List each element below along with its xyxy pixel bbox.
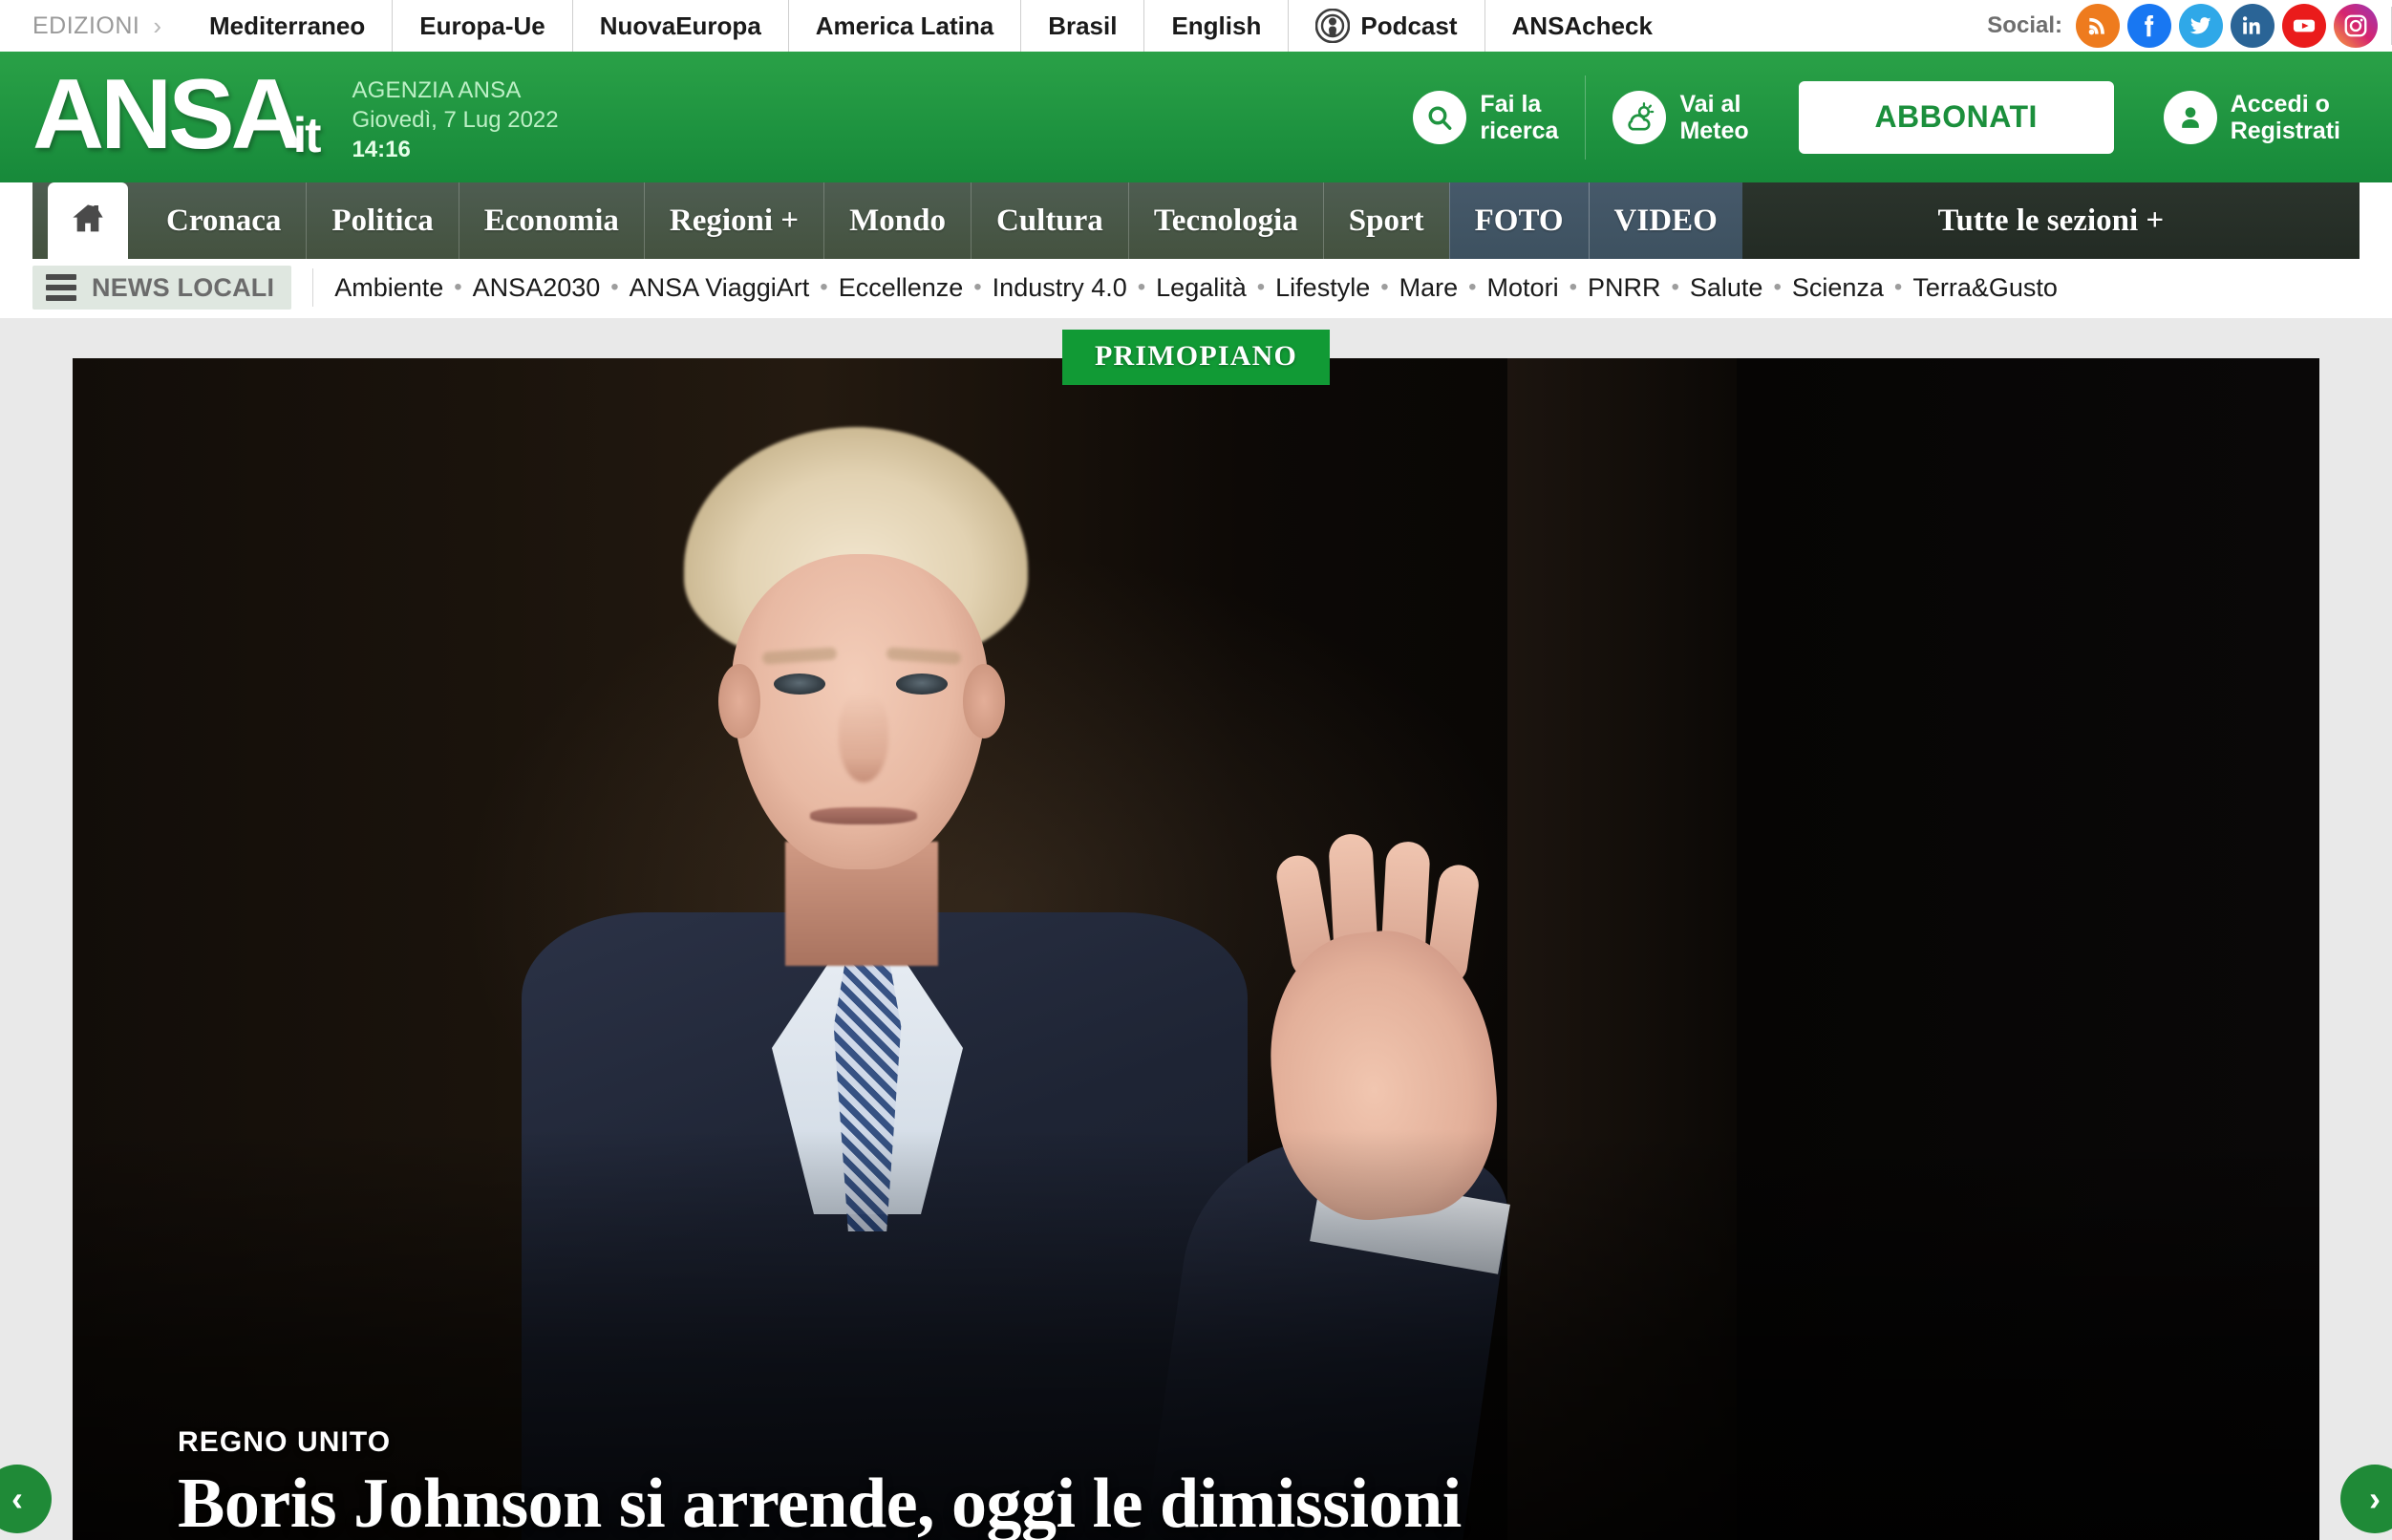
primopiano-badge: PRIMOPIANO: [1062, 330, 1330, 385]
nav-home-button[interactable]: [48, 182, 128, 259]
sub-nav-separator: •: [1671, 274, 1679, 300]
carousel-prev-button[interactable]: ‹: [0, 1465, 52, 1533]
account-button-label: Accedi o Registrati: [2230, 90, 2340, 144]
sub-nav-links: Ambiente • ANSA2030 • ANSA ViaggiArt • E…: [334, 273, 2058, 303]
main-nav: Cronaca Politica Economia Regioni + Mond…: [32, 182, 2360, 259]
nav-item-foto[interactable]: FOTO: [1448, 182, 1589, 259]
hero-caption: REGNO UNITO Boris Johnson si arrende, og…: [178, 1426, 2205, 1540]
sub-nav-divider: [312, 268, 314, 307]
chevron-right-icon: ›: [153, 11, 162, 40]
instagram-icon[interactable]: [2334, 4, 2378, 48]
current-time: 14:16: [352, 136, 411, 162]
news-locali-label: NEWS LOCALI: [92, 272, 275, 302]
carousel-next-button[interactable]: ›: [2340, 1465, 2392, 1533]
nav-item-mondo[interactable]: Mondo: [823, 182, 971, 259]
sub-nav-link-ansa-viaggiart[interactable]: ANSA ViaggiArt: [630, 273, 810, 303]
sub-nav-link-industry-40[interactable]: Industry 4.0: [993, 273, 1127, 303]
hero-photo[interactable]: REGNO UNITO Boris Johnson si arrende, og…: [73, 358, 2319, 1540]
subscribe-button[interactable]: ABBONATI: [1798, 80, 2114, 154]
sub-nav-separator: •: [1893, 274, 1903, 300]
edition-link-ansacheck[interactable]: ANSAcheck: [1484, 0, 1679, 52]
editions-label: EDIZIONI: [32, 11, 140, 39]
twitter-icon[interactable]: [2179, 4, 2223, 48]
agency-name: AGENZIA ANSA: [352, 77, 522, 104]
nav-item-cultura[interactable]: Cultura: [970, 182, 1128, 259]
sub-nav-separator: •: [610, 274, 619, 300]
sub-nav-separator: •: [1468, 274, 1477, 300]
nav-item-sport[interactable]: Sport: [1322, 182, 1449, 259]
nav-item-cronaca[interactable]: Cronaca: [141, 182, 306, 259]
weather-icon: [1612, 90, 1667, 144]
site-header: ANSAit AGENZIA ANSA Giovedì, 7 Lug 2022 …: [0, 52, 2392, 182]
hero-headline[interactable]: Boris Johnson si arrende, oggi le dimiss…: [178, 1467, 2205, 1540]
nav-item-regioni[interactable]: Regioni +: [643, 182, 823, 259]
sub-nav-separator: •: [1380, 274, 1389, 300]
edition-link-brasil[interactable]: Brasil: [1020, 0, 1143, 52]
sub-nav-separator: •: [973, 274, 982, 300]
sub-nav-link-lifestyle[interactable]: Lifestyle: [1275, 273, 1370, 303]
sub-nav-link-scienza[interactable]: Scienza: [1792, 273, 1884, 303]
user-icon: [2163, 90, 2217, 144]
photo-eye: [896, 674, 948, 695]
sub-nav-separator: •: [1773, 274, 1782, 300]
linkedin-icon[interactable]: [2231, 4, 2275, 48]
sub-nav-separator: •: [1256, 274, 1266, 300]
search-button-label: Fai la ricerca: [1480, 90, 1559, 144]
edition-link-mediterraneo[interactable]: Mediterraneo: [182, 0, 392, 52]
hamburger-icon: [46, 274, 76, 301]
sub-nav-link-salute[interactable]: Salute: [1690, 273, 1763, 303]
editions-bar: EDIZIONI › Mediterraneo Europa-Ue NuovaE…: [0, 0, 2392, 52]
agency-datetime-block: AGENZIA ANSA Giovedì, 7 Lug 2022 14:16: [352, 76, 558, 164]
nav-item-video[interactable]: VIDEO: [1588, 182, 1742, 259]
header-actions: Fai la ricerca Vai al Meteo ABBONATI Acc…: [1386, 52, 2367, 182]
edition-link-english[interactable]: English: [1143, 0, 1288, 52]
news-locali-button[interactable]: NEWS LOCALI: [32, 266, 292, 310]
photo-eye: [774, 674, 825, 695]
photo-nose: [839, 695, 888, 782]
youtube-icon[interactable]: [2282, 4, 2326, 48]
sub-nav-link-pnrr[interactable]: PNRR: [1588, 273, 1661, 303]
sub-nav-link-terra-gusto[interactable]: Terra&Gusto: [1912, 273, 2058, 303]
photo-ear: [963, 664, 1005, 738]
hero-carousel: PRIMOPIANO REGNO UNITO Boris Johnson si …: [0, 318, 2392, 1540]
photo-mouth: [810, 807, 917, 824]
ansa-logo[interactable]: ANSAit: [32, 58, 325, 170]
social-group: Social:: [1987, 0, 2392, 52]
search-button[interactable]: Fai la ricerca: [1386, 75, 1585, 160]
sub-nav-link-legalita[interactable]: Legalità: [1156, 273, 1247, 303]
podcast-icon: [1315, 8, 1351, 44]
sub-nav-link-ansa2030[interactable]: ANSA2030: [473, 273, 601, 303]
photo-ear: [718, 664, 760, 738]
sub-nav-link-motori[interactable]: Motori: [1487, 273, 1559, 303]
search-icon: [1413, 90, 1467, 144]
sub-nav-separator: •: [1569, 274, 1577, 300]
sub-nav-link-eccellenze[interactable]: Eccellenze: [839, 273, 964, 303]
sub-nav-separator: •: [1137, 274, 1146, 300]
edition-link-nuovaeuropa[interactable]: NuovaEuropa: [571, 0, 788, 52]
home-icon: [69, 200, 107, 243]
ansa-logo-text: ANSAit: [32, 58, 321, 170]
edition-link-podcast[interactable]: Podcast: [1288, 0, 1484, 52]
sub-nav: NEWS LOCALI Ambiente • ANSA2030 • ANSA V…: [0, 259, 2392, 318]
meteo-button-label: Vai al Meteo: [1679, 90, 1749, 144]
nav-item-economia[interactable]: Economia: [458, 182, 644, 259]
nav-item-politica[interactable]: Politica: [306, 182, 458, 259]
sub-nav-link-mare[interactable]: Mare: [1399, 273, 1459, 303]
nav-item-tutte-le-sezioni[interactable]: Tutte le sezioni +: [1741, 182, 2360, 259]
sub-nav-separator: •: [820, 274, 828, 300]
sub-nav-separator: •: [454, 274, 462, 300]
rss-icon[interactable]: [2076, 4, 2120, 48]
edition-link-america-latina[interactable]: America Latina: [787, 0, 1020, 52]
meteo-button[interactable]: Vai al Meteo: [1585, 75, 1775, 160]
current-date: Giovedì, 7 Lug 2022: [352, 107, 559, 134]
nav-item-tecnologia[interactable]: Tecnologia: [1127, 182, 1323, 259]
account-button[interactable]: Accedi o Registrati: [2137, 75, 2367, 160]
sub-nav-link-ambiente[interactable]: Ambiente: [334, 273, 443, 303]
facebook-icon[interactable]: [2127, 4, 2171, 48]
hero-kicker: REGNO UNITO: [178, 1425, 392, 1458]
social-label: Social:: [1987, 12, 2062, 38]
main-nav-wrapper: Cronaca Politica Economia Regioni + Mond…: [0, 182, 2392, 259]
edition-link-europa-ue[interactable]: Europa-Ue: [392, 0, 571, 52]
edition-link-podcast-label: Podcast: [1360, 11, 1458, 40]
